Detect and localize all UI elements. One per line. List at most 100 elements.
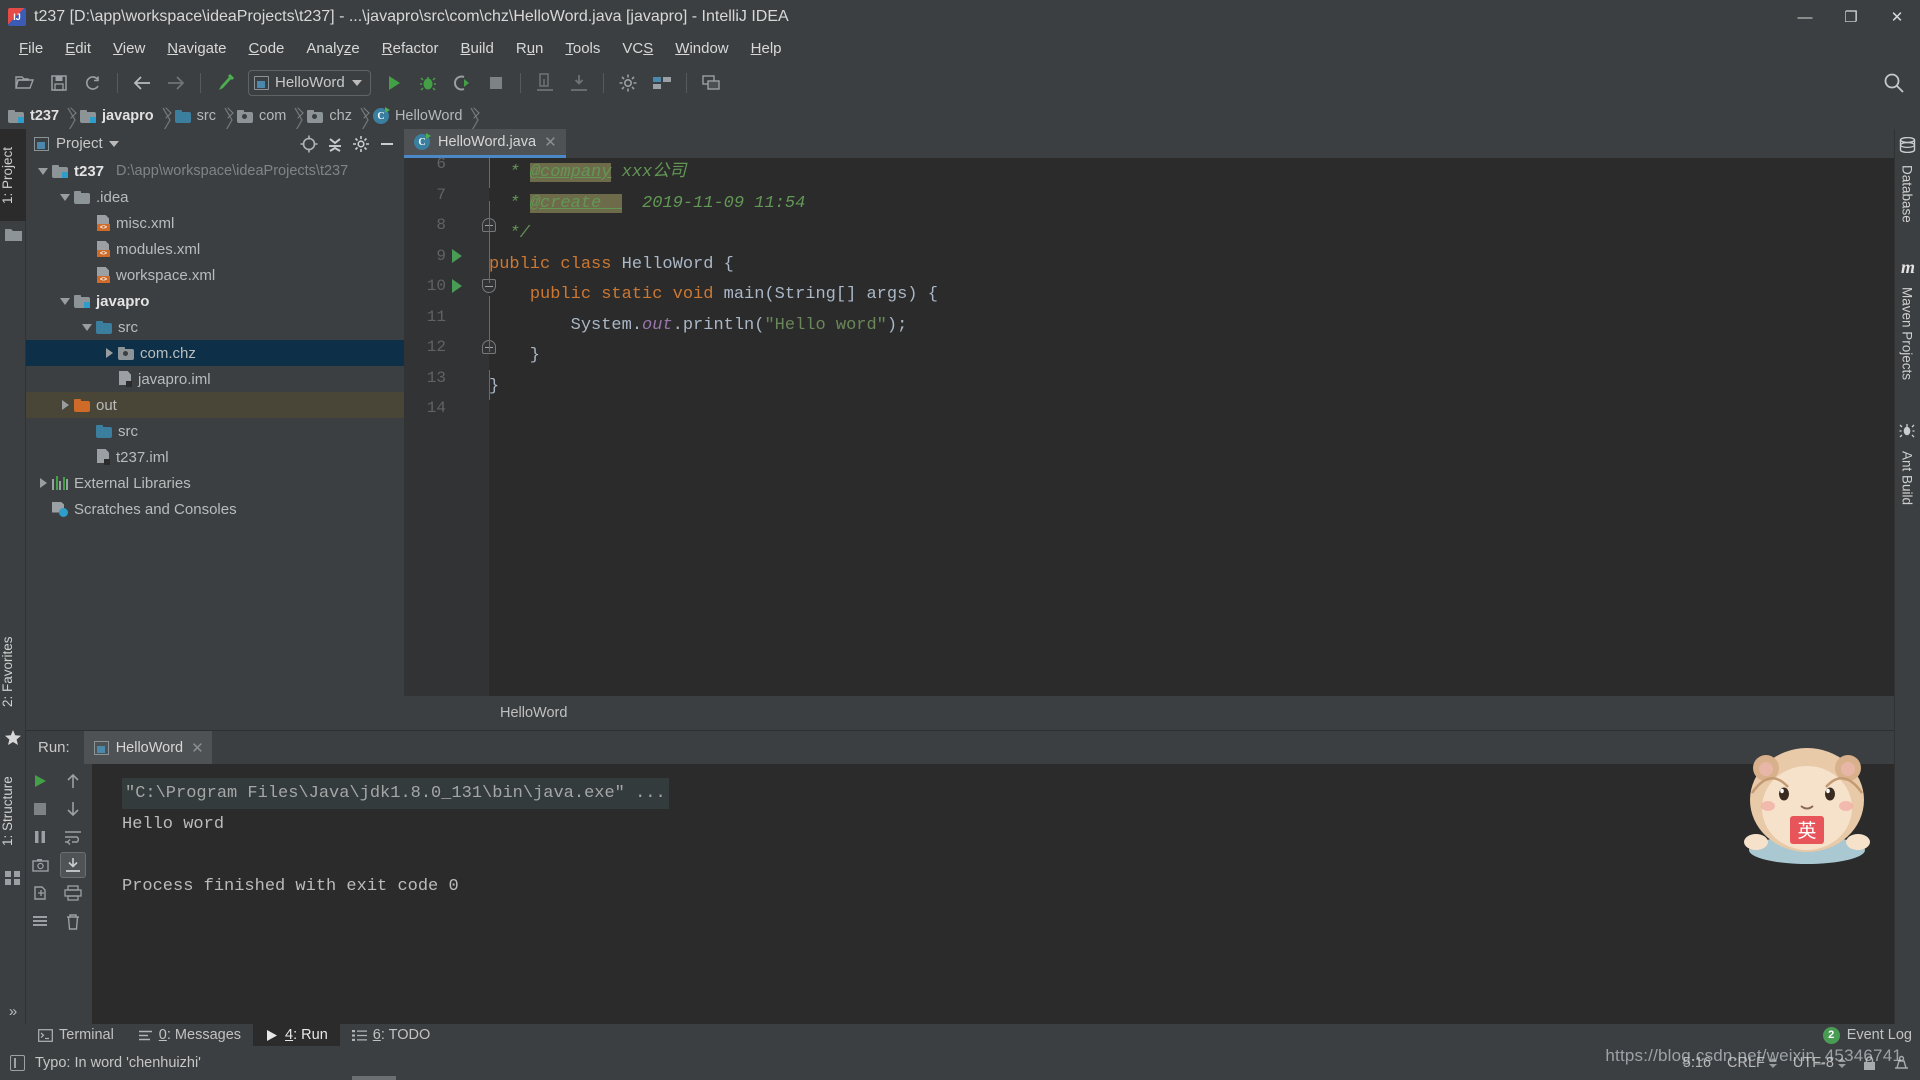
bottom-tab-4-run[interactable]: 4: Run	[253, 1024, 340, 1046]
tree-twisty-collapsed-icon[interactable]	[56, 392, 74, 418]
menu-item-build[interactable]: Build	[449, 37, 504, 60]
tree-twisty-expanded-icon[interactable]	[56, 288, 74, 314]
tree-node-workspace-xml[interactable]: <> workspace.xml	[26, 262, 404, 288]
code-line[interactable]: }	[489, 341, 1920, 372]
tree-twisty-collapsed-icon[interactable]	[100, 340, 118, 366]
tree-node-src[interactable]: src	[26, 418, 404, 444]
menu-item-refactor[interactable]: Refactor	[371, 37, 450, 60]
code-line[interactable]: */	[489, 219, 1920, 250]
rerun-icon[interactable]	[27, 768, 53, 794]
stop-square-icon[interactable]	[27, 796, 53, 822]
editor-body[interactable]: 6 7 8 9 10 11 12 13 14 * @company xxx公司 * @creat…	[404, 155, 1920, 730]
menu-item-edit[interactable]: Edit	[54, 37, 102, 60]
save-all-icon[interactable]	[44, 68, 74, 98]
bottom-tab-6-todo[interactable]: 6: TODO	[340, 1024, 443, 1046]
code-line[interactable]: * @create 2019-11-09 11:54	[489, 189, 1920, 220]
more-tool-windows-button[interactable]: »	[0, 1003, 26, 1020]
menu-item-code[interactable]: Code	[238, 37, 296, 60]
run-console-output[interactable]: "C:\Program Files\Java\jdk1.8.0_131\bin\…	[92, 764, 1894, 1024]
menu-item-view[interactable]: View	[102, 37, 156, 60]
sidebar-item-structure[interactable]: 1: Structure	[0, 755, 26, 867]
install-icon[interactable]	[564, 68, 594, 98]
menu-item-help[interactable]: Help	[740, 37, 793, 60]
settings-gear-icon[interactable]	[613, 68, 643, 98]
code-line[interactable]: System.out.println("Hello word");	[489, 311, 1920, 342]
soft-wrap-icon[interactable]	[60, 824, 86, 850]
sidebar-item-maven-projects[interactable]: Maven Projects	[1894, 281, 1920, 386]
scroll-to-end-icon[interactable]	[60, 852, 86, 878]
run-with-coverage-icon[interactable]	[447, 68, 477, 98]
close-icon[interactable]: ✕	[544, 133, 557, 151]
open-project-icon[interactable]	[10, 68, 40, 98]
stop-icon[interactable]	[481, 68, 511, 98]
breadcrumb-class-name[interactable]: HelloWord	[500, 705, 567, 721]
collapse-all-icon[interactable]	[324, 133, 346, 155]
tree-node-external-libraries[interactable]: External Libraries	[26, 470, 404, 496]
close-icon[interactable]: ✕	[191, 739, 204, 757]
project-structure-icon[interactable]	[647, 68, 677, 98]
tree-twisty-expanded-icon[interactable]	[34, 158, 52, 184]
code-line[interactable]: }	[489, 372, 1920, 403]
code-line[interactable]: public class HelloWord {	[489, 250, 1920, 281]
tree-node-t237[interactable]: t237 D:\app\workspace\ideaProjects\t237	[26, 158, 404, 184]
code-line[interactable]: * @company xxx公司	[489, 158, 1920, 189]
more-icon[interactable]	[27, 908, 53, 934]
editor-gutter[interactable]: 6 7 8 9 10 11 12 13 14	[404, 155, 496, 730]
chevron-down-icon[interactable]	[108, 140, 119, 147]
menu-item-run[interactable]: Run	[505, 37, 555, 60]
bottom-tab-0-messages[interactable]: 0: Messages	[126, 1024, 253, 1046]
breadcrumb-item-t237[interactable]: t237	[8, 103, 63, 129]
up-arrow-icon[interactable]	[60, 768, 86, 794]
tree-node-out[interactable]: out	[26, 392, 404, 418]
tree-node-src[interactable]: src	[26, 314, 404, 340]
sidebar-item-database[interactable]: Database	[1894, 159, 1920, 229]
sidebar-item-project[interactable]: 1: Project	[0, 129, 26, 221]
update-app-icon[interactable]	[530, 68, 560, 98]
maximize-button[interactable]: ❐	[1828, 0, 1874, 34]
tree-node-javapro[interactable]: javapro	[26, 288, 404, 314]
pause-icon[interactable]	[27, 824, 53, 850]
breadcrumb-item-com[interactable]: com	[236, 103, 290, 129]
back-arrow-icon[interactable]	[127, 68, 157, 98]
gutter-run-marker-icon[interactable]	[452, 279, 462, 293]
tree-twisty-expanded-icon[interactable]	[78, 314, 96, 340]
menu-item-window[interactable]: Window	[664, 37, 739, 60]
tree-twisty-expanded-icon[interactable]	[56, 184, 74, 210]
breadcrumb-item-chz[interactable]: chz	[307, 103, 356, 129]
tree-node-modules-xml[interactable]: <> modules.xml	[26, 236, 404, 262]
menu-item-tools[interactable]: Tools	[554, 37, 611, 60]
tree-node-com-chz[interactable]: com.chz	[26, 340, 404, 366]
tree-node-javapro-iml[interactable]: javapro.iml	[26, 366, 404, 392]
export-icon[interactable]	[27, 880, 53, 906]
code-line[interactable]	[489, 402, 1920, 433]
sidebar-item-favorites[interactable]: 2: Favorites	[0, 617, 26, 727]
down-arrow-icon[interactable]	[60, 796, 86, 822]
gear-settings-icon[interactable]	[350, 133, 372, 155]
locate-target-icon[interactable]	[298, 133, 320, 155]
layout-icon[interactable]	[696, 68, 726, 98]
sidebar-item-ant-build[interactable]: Ant Build	[1894, 445, 1920, 511]
print-icon[interactable]	[60, 880, 86, 906]
project-tree[interactable]: t237 D:\app\workspace\ideaProjects\t237 .i…	[26, 158, 404, 730]
code-content[interactable]: * @company xxx公司 * @create 2019-11-09 11…	[489, 158, 1920, 730]
run-icon[interactable]	[379, 68, 409, 98]
menu-item-analyze[interactable]: Analyze	[295, 37, 370, 60]
event-log-label[interactable]: Event Log	[1847, 1027, 1912, 1043]
tree-node-t237-iml[interactable]: t237.iml	[26, 444, 404, 470]
tree-twisty-collapsed-icon[interactable]	[34, 470, 52, 496]
bottom-tab-terminal[interactable]: Terminal	[26, 1024, 126, 1046]
debug-bug-icon[interactable]	[413, 68, 443, 98]
breadcrumb-item-javapro[interactable]: javapro	[80, 103, 158, 129]
breadcrumb-item-helloword[interactable]: C HelloWord	[372, 103, 466, 129]
tree-node-scratches-and-consoles[interactable]: Scratches and Consoles	[26, 496, 404, 522]
menu-item-vcs[interactable]: VCS	[611, 37, 664, 60]
gutter-run-marker-icon[interactable]	[452, 248, 462, 263]
sync-refresh-icon[interactable]	[78, 68, 108, 98]
minimize-button[interactable]: —	[1782, 0, 1828, 34]
menu-item-navigate[interactable]: Navigate	[156, 37, 237, 60]
tree-node--idea[interactable]: .idea	[26, 184, 404, 210]
code-line[interactable]: public static void main(String[] args) {	[489, 280, 1920, 311]
menu-item-file[interactable]: File	[8, 37, 54, 60]
close-button[interactable]: ✕	[1874, 0, 1920, 34]
search-icon[interactable]	[1882, 71, 1906, 100]
